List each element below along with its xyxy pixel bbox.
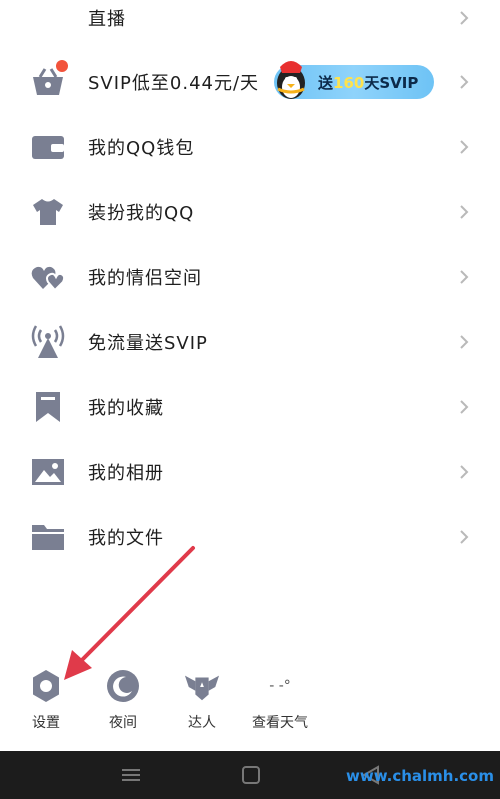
bottom-toolbar: 设置 夜间 达人 - -° 查看天气 (0, 660, 500, 740)
signal-tower-icon (30, 324, 66, 360)
chevron-right-icon (456, 464, 472, 480)
promo-text: 送160天SVIP (318, 73, 419, 92)
menu-item-label: 我的收藏 (88, 398, 164, 419)
chevron-right-icon (456, 10, 472, 26)
weather-button[interactable]: - -° 查看天气 (245, 660, 315, 740)
menu-item-label: 我的文件 (88, 528, 164, 549)
chevron-right-icon (456, 269, 472, 285)
menu-item-wallet[interactable]: 我的QQ钱包 (0, 117, 500, 177)
menu-item-files[interactable]: 我的文件 (0, 507, 500, 567)
tool-label: 设置 (32, 715, 60, 731)
chevron-right-icon (456, 529, 472, 545)
chevron-right-icon (456, 74, 472, 90)
menu-item-theme[interactable]: 装扮我的QQ (0, 182, 500, 242)
menu-item-album[interactable]: 我的相册 (0, 442, 500, 502)
menu-item-svip[interactable]: SVIP低至0.44元/天 送160天SVIP (0, 52, 500, 112)
tool-label: 查看天气 (252, 715, 308, 731)
site-watermark: www.chalmh.com (346, 767, 494, 785)
weather-icon: - -° (269, 678, 291, 694)
chevron-right-icon (456, 334, 472, 350)
penguin-mascot-icon (277, 61, 305, 99)
moon-icon (105, 668, 141, 704)
menu-item-label: 免流量送SVIP (88, 333, 208, 354)
gear-icon (28, 668, 64, 704)
menu-item-label: 直播 (88, 9, 126, 30)
menu-item-label: 我的相册 (88, 463, 164, 484)
menu-item-label: 装扮我的QQ (88, 203, 195, 224)
settings-button[interactable]: 设置 (11, 660, 81, 740)
wallet-icon (30, 129, 66, 165)
chevron-right-icon (456, 204, 472, 220)
expert-button[interactable]: 达人 (167, 660, 237, 740)
menu-lines-icon[interactable] (120, 765, 142, 785)
hearts-icon (30, 259, 66, 295)
tool-label: 夜间 (109, 715, 137, 731)
photo-icon (30, 454, 66, 490)
system-nav-bar: www.chalmh.com (0, 751, 500, 799)
home-square-icon[interactable] (240, 765, 262, 785)
folder-icon (30, 519, 66, 555)
menu-item-free-data[interactable]: 免流量送SVIP (0, 312, 500, 372)
chevron-right-icon (456, 139, 472, 155)
tshirt-icon (30, 194, 66, 230)
menu-item-label: 我的QQ钱包 (88, 138, 195, 159)
menu-item-couple-space[interactable]: 我的情侣空间 (0, 247, 500, 307)
notification-badge (56, 60, 68, 72)
badge-wings-icon (184, 668, 220, 704)
menu-item-label: 我的情侣空间 (88, 268, 202, 289)
menu-item-favorites[interactable]: 我的收藏 (0, 377, 500, 437)
menu-item-label: SVIP低至0.44元/天 (88, 73, 260, 94)
chevron-right-icon (456, 399, 472, 415)
svip-promo-banner[interactable]: 送160天SVIP (274, 61, 434, 99)
bookmark-icon (30, 389, 66, 425)
night-mode-button[interactable]: 夜间 (88, 660, 158, 740)
tool-label: 达人 (188, 715, 216, 731)
menu-item-live[interactable]: 直播 (0, 0, 500, 48)
